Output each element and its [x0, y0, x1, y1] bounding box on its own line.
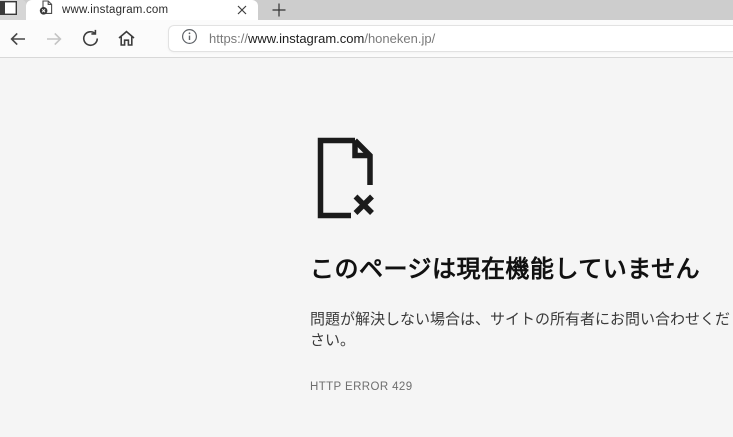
back-icon	[10, 32, 25, 45]
url-host: www.instagram.com	[248, 31, 365, 46]
error-page: このページは現在機能していません 問題が解決しない場合は、サイトの所有者にお問い…	[0, 137, 733, 437]
broken-document-icon	[317, 137, 374, 219]
url-text[interactable]: https://www.instagram.com/honeken.jp/	[209, 31, 435, 46]
refresh-button[interactable]	[72, 23, 108, 55]
forward-icon	[47, 32, 62, 45]
plus-icon	[272, 3, 286, 17]
address-bar[interactable]: https://www.instagram.com/honeken.jp/	[168, 25, 733, 52]
site-info-icon[interactable]	[181, 28, 198, 50]
vertical-tabs-button[interactable]	[0, 0, 26, 20]
tab-title: www.instagram.com	[62, 4, 169, 16]
error-title: このページは現在機能していません	[310, 256, 701, 283]
forward-button[interactable]	[36, 23, 72, 55]
error-message: 問題が解決しない場合は、サイトの所有者にお問い合わせください。	[310, 311, 731, 349]
tab-strip: www.instagram.com	[0, 0, 733, 20]
home-button[interactable]	[108, 23, 144, 55]
tab-close-button[interactable]	[234, 2, 250, 18]
home-icon	[117, 30, 135, 46]
url-scheme: https://	[209, 31, 249, 46]
back-button[interactable]	[0, 23, 36, 55]
refresh-icon	[82, 29, 98, 47]
tab-layout-icon	[0, 0, 18, 20]
broken-page-favicon	[39, 0, 54, 21]
error-code: HTTP ERROR 429	[310, 381, 413, 393]
new-tab-button[interactable]	[264, 0, 294, 20]
close-icon	[237, 5, 247, 15]
browser-tab[interactable]: www.instagram.com	[26, 0, 258, 20]
navigation-bar: https://www.instagram.com/honeken.jp/	[0, 20, 733, 58]
url-path: /honeken.jp/	[364, 31, 436, 46]
